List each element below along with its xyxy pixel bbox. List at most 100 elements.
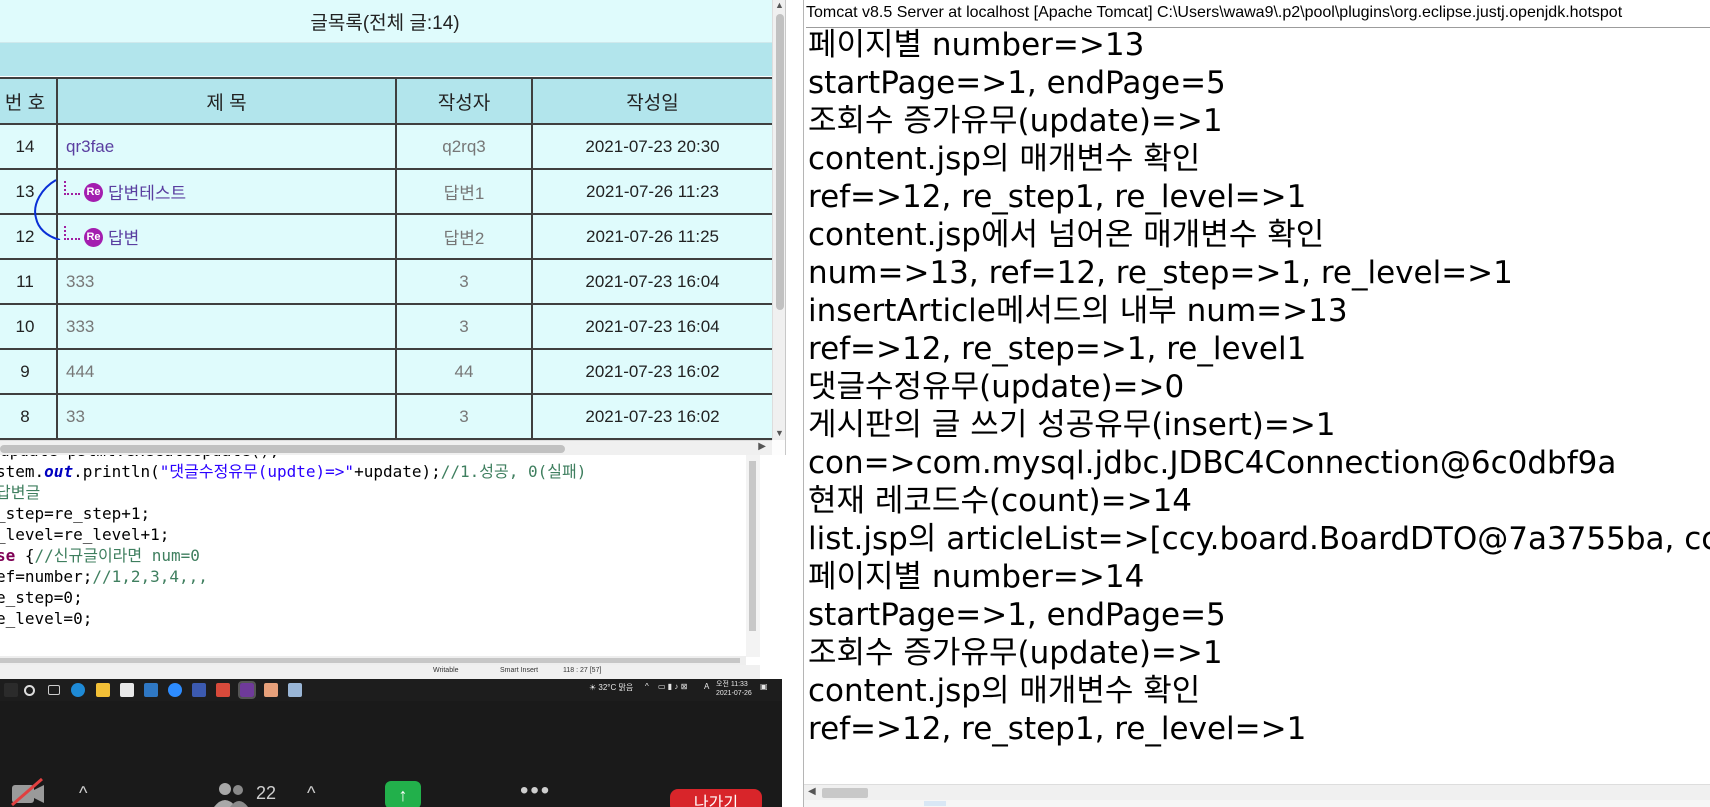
console-line: 조회수 증가유무(update)=>1 <box>808 635 1223 671</box>
start-icon[interactable] <box>4 683 18 697</box>
row-title-cell[interactable]: 33 <box>56 393 397 440</box>
editor-vertical-scrollbar[interactable] <box>746 455 760 657</box>
scrollbar-thumb[interactable] <box>776 14 784 310</box>
weather-text: 32°C 맑음 <box>598 683 634 692</box>
table-row: 13 Re 답변테스트 답변1 2021-07-26 11:23 <box>0 168 774 215</box>
row-title-link[interactable]: 333 <box>66 272 94 291</box>
reply-indent-icon <box>64 181 80 195</box>
row-date: 2021-07-23 20:30 <box>531 123 774 170</box>
code-line: _level=re_level+1; <box>0 523 169 546</box>
board-vertical-scrollbar[interactable]: ▲ ▼ <box>772 0 785 440</box>
screen: 글목록(전체 글:14) 번 호 제 목 작성자 작성일 14 qr3fae q2r… <box>0 0 1710 807</box>
scrollbar-thumb[interactable] <box>822 788 868 798</box>
row-writer: 44 <box>395 348 533 395</box>
notification-icon[interactable]: ▣ <box>760 682 768 691</box>
row-date: 2021-07-23 16:04 <box>531 258 774 305</box>
status-position: 118 : 27 [57] <box>563 667 602 674</box>
app-icon[interactable] <box>288 683 302 697</box>
participants-chevron-icon[interactable]: ^ <box>307 783 315 804</box>
weather-widget[interactable]: ☀ 32°C 맑음 <box>589 682 633 693</box>
row-writer: 3 <box>395 393 533 440</box>
status-insert: Smart Insert <box>500 667 539 674</box>
scroll-up-icon[interactable]: ▲ <box>775 0 784 10</box>
code-line: se {//신규글이라면 num=0 <box>0 544 200 567</box>
zoom-app-icon[interactable] <box>168 683 182 697</box>
row-date: 2021-07-23 16:04 <box>531 303 774 350</box>
scroll-down-icon[interactable]: ▼ <box>775 428 784 438</box>
status-mode: Writable <box>433 667 459 674</box>
code-token: e_step=0; <box>0 588 83 607</box>
board-band <box>0 43 772 76</box>
clock-time: 오전 11:33 <box>716 681 748 688</box>
row-title-cell[interactable]: Re 답변테스트 <box>56 168 397 215</box>
console-line: startPage=>1, endPage=5 <box>808 597 1226 633</box>
row-title-cell[interactable]: qr3fae <box>56 123 397 170</box>
leave-button[interactable]: 나가기 <box>670 789 762 807</box>
row-title-link[interactable]: 답변테스트 <box>108 184 186 203</box>
row-writer: 답변2 <box>395 213 533 260</box>
board-table: 번 호 제 목 작성자 작성일 14 qr3fae q2rq3 2021-07-23 … <box>0 77 774 440</box>
clock-date: 2021-07-26 <box>716 690 752 697</box>
row-title-link[interactable]: 답변 <box>108 229 139 248</box>
participants-icon[interactable] <box>212 781 252 807</box>
board-table-header-row: 번 호 제 목 작성자 작성일 <box>0 77 774 125</box>
board-horizontal-scrollbar[interactable]: ▶ <box>0 440 772 455</box>
row-title-cell[interactable]: 444 <box>56 348 397 395</box>
row-number: 10 <box>0 303 58 350</box>
row-title-link[interactable]: 444 <box>66 362 94 381</box>
more-icon[interactable]: ••• <box>520 777 551 805</box>
search-icon[interactable] <box>24 685 35 696</box>
row-title-link[interactable]: qr3fae <box>66 137 114 156</box>
app-icon[interactable] <box>216 683 230 697</box>
eclipse-icon[interactable] <box>238 681 256 699</box>
store-icon[interactable] <box>120 683 134 697</box>
edge-icon[interactable] <box>71 683 85 697</box>
code-token: stem. <box>0 462 45 481</box>
scrollbar-thumb[interactable] <box>749 461 756 631</box>
console-line: ref=>12, re_step1, re_level=>1 <box>808 711 1307 747</box>
video-options-chevron-icon[interactable]: ^ <box>79 783 87 804</box>
code-token: _step=re_step+1; <box>0 504 151 523</box>
leave-label: 나가기 <box>693 795 739 807</box>
row-title-cell[interactable]: 333 <box>56 258 397 305</box>
console-title: Tomcat v8.5 Server at localhost [Apache … <box>806 4 1710 28</box>
col-header-writer: 작성자 <box>395 77 533 125</box>
editor-horizontal-scrollbar[interactable] <box>0 656 746 665</box>
console-line: 조회수 증가유무(update)=>1 <box>808 103 1223 139</box>
share-screen-button[interactable]: ↑ <box>385 781 421 807</box>
paint-icon[interactable] <box>264 683 278 697</box>
console-horizontal-scrollbar[interactable]: ◀ <box>804 784 1710 800</box>
console-line: content.jsp의 매개변수 확인 <box>808 141 1201 177</box>
row-title-link[interactable]: 333 <box>66 317 94 336</box>
clock[interactable]: 오전 11:33 2021-07-26 <box>716 680 752 698</box>
tray-chevron-icon[interactable]: ^ <box>645 682 649 691</box>
row-title-cell[interactable]: Re 답변 <box>56 213 397 260</box>
row-title-cell[interactable]: 333 <box>56 303 397 350</box>
divider <box>782 455 803 807</box>
row-title-link[interactable]: 33 <box>66 407 85 426</box>
row-writer: 답변1 <box>395 168 533 215</box>
file-explorer-icon[interactable] <box>96 683 110 697</box>
mail-icon[interactable] <box>144 683 158 697</box>
row-number: 8 <box>0 393 58 440</box>
board-title: 글목록(전체 글:14) <box>310 12 460 34</box>
code-line: ef=number;//1,2,3,4,,, <box>0 565 208 588</box>
scrollbar-thumb[interactable] <box>0 658 740 663</box>
photos-icon[interactable] <box>192 683 206 697</box>
code-editor[interactable]: update=pstmt.executeUpdate();stem.out.pr… <box>0 455 760 665</box>
console-line: con=>com.mysql.jdbc.JDBC4Connection@6c0d… <box>808 445 1617 481</box>
ime-indicator[interactable]: A <box>704 682 709 691</box>
camera-off-icon[interactable] <box>10 777 50 807</box>
task-view-icon[interactable] <box>48 685 60 695</box>
row-writer: 3 <box>395 258 533 305</box>
re-icon: Re <box>84 227 103 247</box>
row-writer: 3 <box>395 303 533 350</box>
row-number: 9 <box>0 348 58 395</box>
row-writer: q2rq3 <box>395 123 533 170</box>
code-token: //신규글이라면 <box>34 546 152 565</box>
scrollbar-thumb[interactable] <box>0 445 565 453</box>
windows-taskbar: ☀ 32°C 맑음 ^ ▭ ▮ ♪ ⊠ A 오전 11:33 2021-07-2… <box>0 679 782 701</box>
scroll-right-icon[interactable]: ▶ <box>758 441 766 452</box>
scroll-left-icon[interactable]: ◀ <box>808 786 816 797</box>
console-output[interactable]: 페이지별 number=>13 startPage=>1, endPage=5 조회… <box>808 26 1710 748</box>
